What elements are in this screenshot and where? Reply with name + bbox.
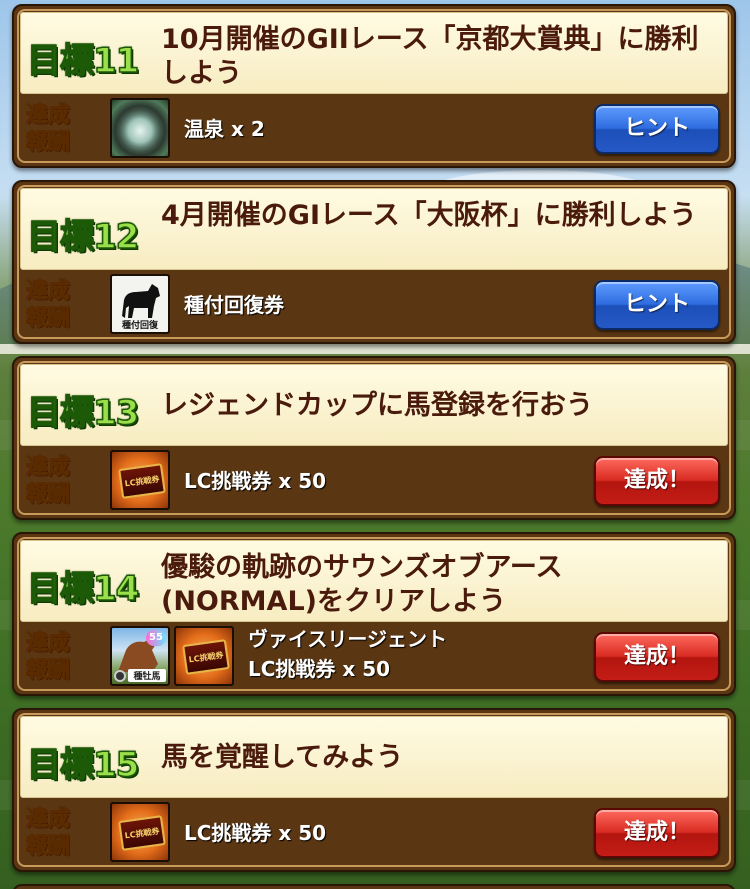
lc-ticket-icon: LC挑戦券 [110,450,170,510]
reward-label: 達成 報酬 [26,103,71,156]
hint-button[interactable]: ヒント [594,280,720,330]
goal-description: レジェンドカップに馬登録を行おう [161,390,593,421]
goal-number-badge: 目標11 [26,40,140,82]
icon-caption: LC挑戦券 [188,650,225,665]
reward-item-label: 温泉 x 2 [184,117,265,141]
goal-card-14: 目標14 優駿の軌跡のサウンズオブアース(NORMAL)をクリアしよう 達成 報… [12,532,736,696]
reward-label: 達成 報酬 [26,455,71,508]
fence [0,344,750,354]
goal-panel: 目標13 レジェンドカップに馬登録を行おう [20,364,728,446]
icon-caption: 種牡馬 [128,669,166,682]
rarity-badge: 55 [146,630,166,646]
goal-panel: 目標12 4月開催のGIレース「大阪杯」に勝利しよう [20,188,728,270]
goal-number-badge: 目標15 [26,744,140,786]
goal-number-badge: 目標14 [26,568,140,610]
reward-row: 達成 報酬 LC挑戦券 LC挑戦券 x 50 達成！ [20,450,728,512]
reward-item-label: 種付回復券 [184,293,284,317]
goal-panel: 目標11 10月開催のGIIレース「京都大賞典」に勝利しよう [20,12,728,94]
goal-card-13: 目標13 レジェンドカップに馬登録を行おう 達成 報酬 LC挑戦券 LC挑戦券 … [12,356,736,520]
icon-caption: 種付回復 [121,321,158,331]
reward-item-label: LC挑戦券 x 50 [184,469,327,493]
goal-card-next [12,884,736,889]
reward-row: 達成 報酬 温泉 x 2 ヒント [20,98,728,160]
reward-row: 達成 報酬 種付回復 種付回復券 ヒント [20,274,728,336]
goal-card-11: 目標11 10月開催のGIIレース「京都大賞典」に勝利しよう 達成 報酬 温泉 … [12,4,736,168]
reward-item-label: LC挑戦券 x 50 [248,657,391,681]
reward-row: 達成 報酬 55 種牡馬 LC挑戦券 ヴァイスリージェント LC挑戦券 x 50… [20,626,728,688]
hint-button[interactable]: ヒント [594,104,720,154]
goal-panel: 目標15 馬を覚醒してみよう [20,716,728,798]
stud-recovery-ticket-icon: 種付回復 [110,274,170,334]
goal-card-12: 目標12 4月開催のGIレース「大阪杯」に勝利しよう 達成 報酬 種付回復 種付… [12,180,736,344]
reward-item-label: LC挑戦券 x 50 [184,821,327,845]
hot-spring-icon [110,98,170,158]
reward-label: 達成 報酬 [26,807,71,860]
complete-button[interactable]: 達成！ [594,456,720,506]
lc-ticket-icon: LC挑戦券 [174,626,234,686]
goal-description: 馬を覚醒してみよう [161,742,404,773]
goal-description: 10月開催のGIIレース「京都大賞典」に勝利しよう [161,24,699,89]
complete-button[interactable]: 達成！ [594,632,720,682]
icon-caption: LC挑戦券 [124,826,161,841]
lc-ticket-icon: LC挑戦券 [110,802,170,862]
goal-card-15: 目標15 馬を覚醒してみよう 達成 報酬 LC挑戦券 LC挑戦券 x 50 達成… [12,708,736,872]
complete-button[interactable]: 達成！ [594,808,720,858]
icon-caption: LC挑戦券 [124,474,161,489]
reward-label: 達成 報酬 [26,279,71,332]
mark-icon [114,670,126,682]
goal-panel: 目標14 優駿の軌跡のサウンズオブアース(NORMAL)をクリアしよう [20,540,728,622]
stallion-card-icon: 55 種牡馬 [110,626,170,686]
reward-label: 達成 報酬 [26,631,71,684]
goal-description: 4月開催のGIレース「大阪杯」に勝利しよう [161,200,697,231]
reward-item-label: ヴァイスリージェント [248,627,447,651]
reward-row: 達成 報酬 LC挑戦券 LC挑戦券 x 50 達成！ [20,802,728,864]
goal-number-badge: 目標13 [26,392,140,434]
goal-number-badge: 目標12 [26,216,140,258]
goal-description: 優駿の軌跡のサウンズオブアース(NORMAL)をクリアしよう [161,552,563,617]
